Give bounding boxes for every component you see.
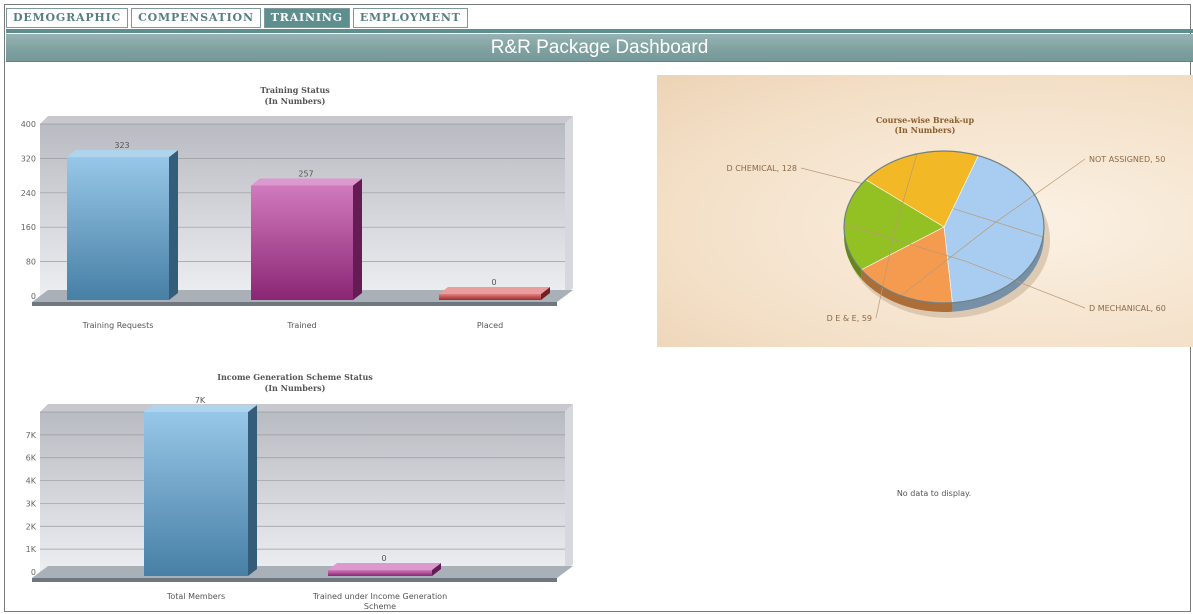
bar-top xyxy=(328,563,441,570)
x-category-label: Scheme xyxy=(364,602,396,611)
y-tick-label: 6K xyxy=(26,454,37,463)
plot-background xyxy=(40,412,565,572)
pie-slice-label: D CHEMICAL, 128 xyxy=(727,164,798,173)
bar xyxy=(328,570,432,576)
bar-value-label: 0 xyxy=(381,554,386,563)
plot-floor-edge xyxy=(32,578,557,582)
plot-top-edge xyxy=(40,404,573,412)
bar xyxy=(144,412,248,576)
bar-top xyxy=(144,405,257,412)
y-tick-label: 4K xyxy=(26,477,37,486)
course-breakup-pie: D CHEMICAL, 128 NOT ASSIGNED, 50 D MECHANI… xyxy=(727,150,1166,323)
pie-slice-label: D E & E, 59 xyxy=(827,314,872,323)
x-category-label: Total Members xyxy=(166,592,225,601)
pie-slice-label: D MECHANICAL, 60 xyxy=(1089,304,1166,313)
no-data-message: No data to display. xyxy=(896,489,972,498)
y-tick-label: 7K xyxy=(26,431,37,440)
pie-slice-label: NOT ASSIGNED, 50 xyxy=(1089,155,1165,164)
plot-floor xyxy=(32,566,573,578)
x-category-label: Trained under Income Generation xyxy=(312,592,447,601)
y-tick-label: 3K xyxy=(26,499,37,508)
plot-side-wall xyxy=(565,404,573,572)
y-tick-label: 2K xyxy=(26,522,37,531)
course-breakup-panel: Course-wise Break-up (In Numbers) D CHEM… xyxy=(657,75,1193,347)
bar-value-label: 7K xyxy=(195,396,206,405)
bar-side xyxy=(248,405,257,576)
y-tick-label: 1K xyxy=(26,545,37,554)
